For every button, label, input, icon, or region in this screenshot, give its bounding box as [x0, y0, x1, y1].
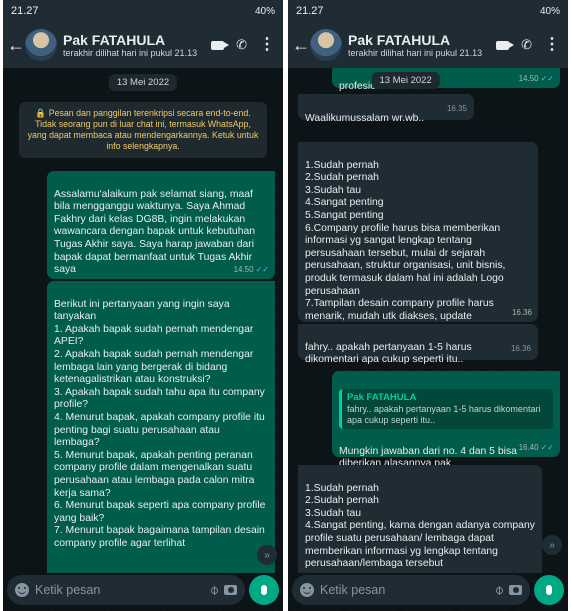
camera-icon[interactable]	[224, 585, 237, 595]
message-time: 16.36	[510, 344, 531, 354]
message-bubble[interactable]: 1.Sudah pernah 2.Sudah pernah 3.Sudah ta…	[298, 465, 542, 573]
mic-button[interactable]	[534, 575, 564, 605]
chat-area: profesional? 14.50 ✓✓ 13 Mei 2022 Waaliku…	[288, 68, 568, 573]
message-bubble[interactable]: Assalamu'alaikum pak selamat siang, maaf…	[47, 171, 275, 279]
scroll-down-icon[interactable]: »	[542, 535, 562, 555]
message-time: 16.35	[446, 104, 467, 114]
status-bar: 21.27 40%	[3, 0, 283, 22]
back-arrow-icon[interactable]: ←	[292, 35, 310, 56]
message-text: 1.Sudah pernah 2.Sudah pernah 3.Sudah ta…	[305, 159, 506, 322]
message-text: Waalikumussalam wr.wb..	[305, 112, 425, 124]
quoted-sender: Pak FATAHULA	[347, 391, 417, 403]
chat-header: ← Pak FATAHULA terakhir dilihat hari ini…	[3, 22, 283, 68]
battery-level: 40%	[254, 5, 275, 17]
mic-icon	[261, 585, 267, 595]
message-text: Assalamu'alaikum pak selamat siang, maaf…	[54, 188, 256, 276]
voice-call-icon[interactable]: ✆	[236, 37, 247, 53]
quoted-text: fahry.. apakah pertanyaan 1-5 harus diko…	[347, 404, 541, 426]
message-bubble[interactable]: fahry.. apakah pertanyaan 1-5 harus diko…	[298, 324, 538, 365]
contact-info[interactable]: Pak FATAHULA terakhir dilihat hari ini p…	[63, 32, 211, 58]
contact-name: Pak FATAHULA	[348, 32, 451, 48]
message-input[interactable]: Ketik pesan ⌀	[292, 575, 530, 605]
more-options-icon[interactable]: ⋮	[259, 37, 275, 53]
phone-screen-right: 21.27 40% ← Pak FATAHULA terakhir diliha…	[288, 0, 568, 611]
mic-icon	[546, 585, 552, 595]
message-bubble[interactable]: Waalikumussalam wr.wb.. 16.35	[298, 94, 474, 124]
message-time: 14.50 ✓✓	[518, 74, 554, 84]
message-input[interactable]: Ketik pesan ⌀	[7, 575, 245, 605]
avatar[interactable]	[25, 29, 57, 61]
message-bubble[interactable]: 1.Sudah pernah 2.Sudah pernah 3.Sudah ta…	[298, 142, 538, 322]
battery-level: 40%	[539, 5, 560, 17]
more-options-icon[interactable]: ⋮	[544, 37, 560, 53]
message-bubble[interactable]: Pak FATAHULA fahry.. apakah pertanyaan 1…	[332, 371, 560, 469]
attach-icon[interactable]: ⌀	[491, 582, 508, 599]
input-bar: Ketik pesan ⌀	[3, 573, 283, 611]
read-receipt-icon: ✓✓	[540, 443, 554, 453]
message-bubble[interactable]: Berikut ini pertanyaan yang ingin saya t…	[47, 281, 275, 573]
emoji-icon[interactable]	[300, 583, 314, 597]
back-arrow-icon[interactable]: ←	[7, 35, 25, 56]
encryption-notice[interactable]: 🔒 Pesan dan panggilan terenkripsi secara…	[19, 102, 267, 158]
message-time: 16.40 ✓✓	[518, 443, 554, 453]
status-bar: 21.27 40%	[288, 0, 568, 22]
message-bubble[interactable]: profesional? 14.50 ✓✓	[332, 68, 560, 92]
message-text: fahry.. apakah pertanyaan 1-5 harus diko…	[305, 341, 472, 366]
date-chip: 13 Mei 2022	[371, 72, 440, 89]
message-time: 16.36	[511, 308, 532, 318]
input-bar: Ketik pesan ⌀	[288, 573, 568, 611]
camera-icon[interactable]	[509, 585, 522, 595]
emoji-icon[interactable]	[15, 583, 29, 597]
scroll-down-icon[interactable]: »	[257, 545, 277, 565]
read-receipt-icon: ✓✓	[540, 74, 554, 84]
quoted-message[interactable]: Pak FATAHULA fahry.. apakah pertanyaan 1…	[339, 388, 553, 430]
contact-info[interactable]: Pak FATAHULA terakhir dilihat hari ini p…	[348, 32, 496, 58]
contact-name: Pak FATAHULA	[63, 32, 166, 48]
date-chip: 13 Mei 2022	[108, 74, 178, 91]
input-placeholder: Ketik pesan	[35, 583, 101, 597]
chat-header: ← Pak FATAHULA terakhir dilihat hari ini…	[288, 22, 568, 68]
video-call-icon[interactable]	[496, 40, 515, 50]
last-seen: terakhir dilihat hari ini pukul 21.13	[63, 48, 198, 58]
read-receipt-icon: ✓✓	[255, 265, 269, 275]
input-placeholder: Ketik pesan	[320, 583, 386, 597]
status-time: 21.27	[11, 5, 39, 17]
last-seen: terakhir dilihat hari ini pukul 21.13	[348, 48, 483, 58]
status-time: 21.27	[296, 5, 324, 17]
message-text: 1.Sudah pernah 2.Sudah pernah 3.Sudah ta…	[305, 482, 535, 570]
voice-call-icon[interactable]: ✆	[521, 37, 532, 53]
video-call-icon[interactable]	[211, 40, 230, 50]
phone-screen-left: 21.27 40% ← Pak FATAHULA terakhir diliha…	[3, 0, 283, 611]
mic-button[interactable]	[249, 575, 279, 605]
message-time: 14.50 ✓✓	[233, 265, 269, 275]
message-text: Berikut ini pertanyaan yang ingin saya t…	[54, 298, 266, 549]
chat-area: 13 Mei 2022 🔒 Pesan dan panggilan terenk…	[3, 68, 283, 573]
avatar[interactable]	[310, 29, 342, 61]
attach-icon[interactable]: ⌀	[206, 582, 223, 599]
